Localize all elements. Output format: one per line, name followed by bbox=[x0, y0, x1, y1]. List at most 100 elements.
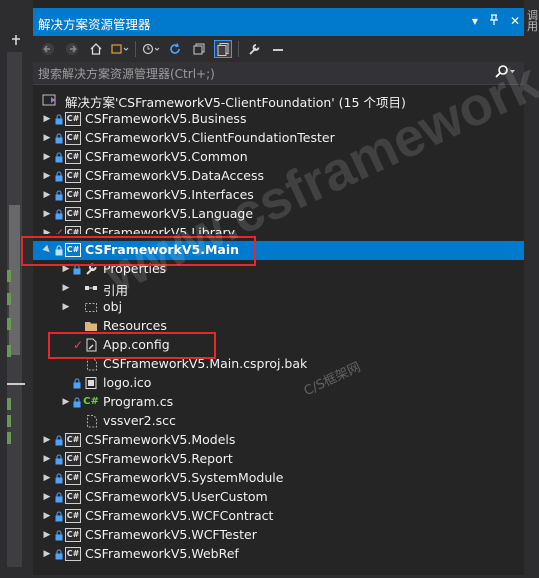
checked-out-icon: ✓ bbox=[54, 226, 65, 234]
lock-icon bbox=[73, 396, 81, 408]
lock-icon bbox=[55, 132, 63, 144]
lock-icon bbox=[55, 510, 63, 522]
caret-marker bbox=[7, 383, 25, 385]
tree-item-label: logo.ico bbox=[103, 375, 152, 390]
expand-arrow-icon[interactable]: ▶ bbox=[42, 151, 52, 163]
excluded-folder-icon bbox=[83, 300, 99, 314]
file-node[interactable]: ▶ C# Program.cs bbox=[33, 393, 524, 412]
csharp-project-icon: C# bbox=[65, 490, 81, 504]
adjacent-panel-title: 调用 bbox=[527, 9, 538, 33]
lock-icon bbox=[55, 529, 63, 541]
switch-views-icon[interactable] bbox=[111, 40, 129, 58]
collapse-all-icon[interactable] bbox=[190, 40, 208, 58]
lock-icon bbox=[55, 208, 63, 220]
expand-arrow-icon[interactable]: ▶ bbox=[61, 301, 71, 313]
expand-arrow-icon[interactable]: ▶ bbox=[42, 510, 52, 522]
lock-icon bbox=[55, 453, 63, 465]
csharp-project-icon: C# bbox=[65, 112, 81, 126]
lock-icon bbox=[55, 548, 63, 560]
expand-arrow-icon[interactable]: ▶ bbox=[42, 132, 52, 144]
expand-arrow-icon[interactable]: ▶ bbox=[42, 227, 52, 234]
csharp-project-icon: C# bbox=[65, 471, 81, 485]
excluded-file-icon bbox=[83, 414, 99, 428]
tree-item-label: Program.cs bbox=[103, 394, 174, 409]
solution-label: 解决方案'CSFrameworkV5-ClientFoundation' (15… bbox=[65, 95, 406, 110]
solution-explorer-toolbar bbox=[33, 36, 524, 62]
search-input[interactable]: 搜索解决方案资源管理器(Ctrl+;) bbox=[38, 65, 215, 82]
image-file-icon bbox=[83, 376, 99, 390]
expand-arrow-icon[interactable]: ▶ bbox=[42, 434, 52, 446]
lock-icon bbox=[55, 170, 63, 182]
project-label: CSFrameworkV5.Models bbox=[85, 432, 236, 447]
expand-arrow-icon[interactable]: ▶ bbox=[42, 170, 52, 182]
project-node[interactable]: ▶ C# CSFrameworkV5.WCFTester bbox=[33, 526, 524, 545]
history-icon[interactable] bbox=[142, 40, 160, 58]
expand-arrow-icon[interactable]: ▶ bbox=[61, 282, 71, 294]
references-node[interactable]: ▶ 引用 bbox=[33, 279, 524, 298]
project-label: CSFrameworkV5.ClientFoundationTester bbox=[85, 130, 335, 145]
lock-icon bbox=[55, 491, 63, 503]
csharp-project-icon: C# bbox=[65, 528, 81, 542]
lock-icon bbox=[55, 151, 63, 163]
close-icon[interactable]: ✕ bbox=[510, 14, 520, 29]
auto-hide-pin-icon[interactable] bbox=[489, 14, 499, 29]
csharp-project-icon: C# bbox=[65, 226, 81, 234]
expand-arrow-icon[interactable]: ▶ bbox=[42, 453, 52, 465]
forward-icon[interactable] bbox=[63, 40, 81, 58]
lock-icon bbox=[55, 472, 63, 484]
file-node[interactable]: logo.ico bbox=[33, 374, 524, 393]
pin-icon[interactable] bbox=[10, 34, 22, 46]
project-node[interactable]: ▶ C# CSFrameworkV5.Models bbox=[33, 431, 524, 450]
show-all-files-icon[interactable] bbox=[214, 40, 232, 58]
project-node[interactable]: ▶ C# CSFrameworkV5.WebRef bbox=[33, 545, 524, 564]
change-marker bbox=[7, 415, 11, 427]
csharp-project-icon: C# bbox=[65, 452, 81, 466]
expand-arrow-icon[interactable]: ▶ bbox=[42, 189, 52, 201]
project-node[interactable]: ▶ C# CSFrameworkV5.SystemModule bbox=[33, 469, 524, 488]
highlight-box-app-config bbox=[48, 332, 216, 359]
expand-arrow-icon[interactable]: ▶ bbox=[42, 548, 52, 560]
home-icon[interactable] bbox=[87, 40, 105, 58]
expand-arrow-icon[interactable]: ▶ bbox=[61, 396, 71, 408]
preview-icon[interactable] bbox=[269, 40, 287, 58]
tree-item-label: Resources bbox=[103, 318, 167, 333]
project-label: CSFrameworkV5.WebRef bbox=[85, 546, 239, 561]
properties-icon[interactable] bbox=[245, 40, 263, 58]
change-marker bbox=[7, 318, 11, 330]
back-icon[interactable] bbox=[39, 40, 57, 58]
sync-icon[interactable] bbox=[166, 40, 184, 58]
project-node[interactable]: ▶ C# CSFrameworkV5.Report bbox=[33, 450, 524, 469]
lock-icon bbox=[55, 189, 63, 201]
excluded-file-icon bbox=[83, 357, 99, 371]
csharp-project-icon: C# bbox=[65, 169, 81, 183]
expand-arrow-icon[interactable]: ▶ bbox=[42, 491, 52, 503]
change-marker bbox=[7, 293, 11, 305]
expand-arrow-icon[interactable]: ▶ bbox=[42, 113, 52, 125]
toolbar-separator bbox=[135, 41, 136, 57]
window-menu-icon[interactable]: ▾ bbox=[472, 14, 478, 29]
project-label: CSFrameworkV5.WCFTester bbox=[85, 527, 257, 542]
file-node[interactable]: vssver2.scc bbox=[33, 412, 524, 431]
expand-arrow-icon[interactable]: ▶ bbox=[42, 529, 52, 541]
search-box[interactable]: 搜索解决方案资源管理器(Ctrl+;) bbox=[33, 62, 524, 85]
project-label: CSFrameworkV5.SystemModule bbox=[85, 470, 284, 485]
project-node[interactable]: ▶ C# CSFrameworkV5.WCFContract bbox=[33, 507, 524, 526]
lock-icon bbox=[55, 434, 63, 446]
folder-node[interactable]: ▶ obj bbox=[33, 298, 524, 317]
change-marker bbox=[7, 345, 11, 357]
csharp-project-icon: C# bbox=[65, 547, 81, 561]
project-node[interactable]: ▶ C# CSFrameworkV5.UserCustom bbox=[33, 488, 524, 507]
tool-window-titlebar[interactable]: 解决方案资源管理器 ▾ ✕ bbox=[33, 8, 524, 36]
csharp-project-icon: C# bbox=[65, 131, 81, 145]
lock-icon bbox=[55, 113, 63, 125]
folder-icon bbox=[83, 319, 99, 333]
project-label: CSFrameworkV5.Business bbox=[85, 111, 247, 126]
solution-icon bbox=[42, 93, 58, 107]
expand-arrow-icon[interactable]: ▶ bbox=[42, 472, 52, 484]
change-marker bbox=[7, 432, 11, 444]
project-label: CSFrameworkV5.Report bbox=[85, 451, 233, 466]
expand-arrow-icon[interactable]: ▶ bbox=[42, 208, 52, 220]
csharp-project-icon: C# bbox=[65, 188, 81, 202]
csharp-project-icon: C# bbox=[65, 150, 81, 164]
solution-tree: 解决方案'CSFrameworkV5-ClientFoundation' (15… bbox=[21, 88, 524, 578]
